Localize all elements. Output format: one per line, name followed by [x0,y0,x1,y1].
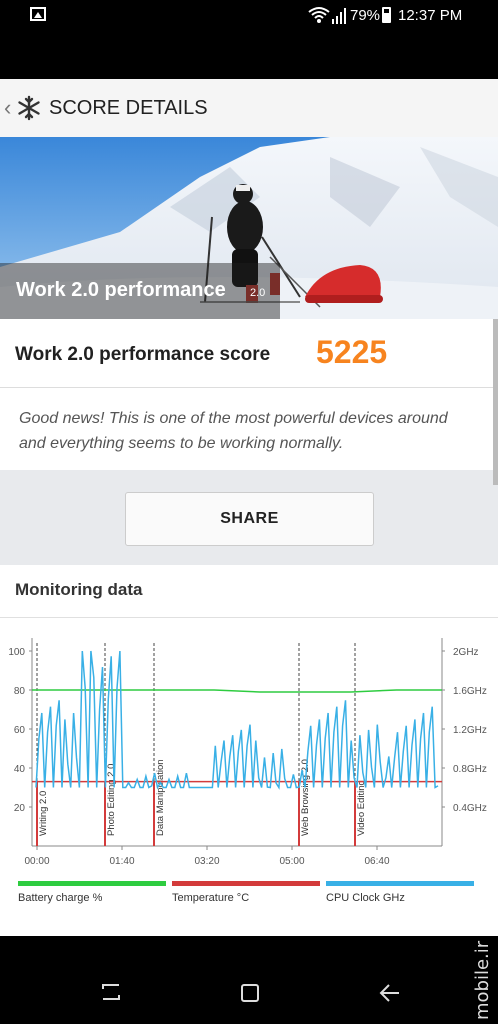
series-line-cpu [35,650,439,790]
monitoring-chart: 100 80 60 40 20 2GHz 1.6GHz 1.2GHz 0.8GHz 0.4GHz 0… [8,638,487,904]
x-tick-label: 01:40 [109,856,134,867]
y-tick-left: 80 [14,686,26,697]
back-arrow-icon[interactable] [379,983,401,1003]
signal-icon [332,8,346,24]
legend-label: Battery charge % [18,892,103,904]
hero-banner: Work 2.0 performance 2.0 [0,137,498,319]
app-bar: ‹ SCORE DETAILS [0,79,498,137]
legend-label: CPU Clock GHz [326,892,405,904]
gallery-icon [30,7,46,21]
clock: 12:37 PM [398,7,463,24]
y-tick-left: 40 [14,764,26,775]
snowflake-logo-icon [18,95,40,121]
page-title: SCORE DETAILS [49,97,208,119]
hero-version: 2.0 [250,287,266,299]
wifi-icon [308,7,330,23]
marker-label: Writing 2.0 [38,791,49,836]
legend-swatch [18,881,166,886]
monitoring-divider [0,617,498,618]
battery-icon [382,7,391,23]
legend-swatch [172,881,320,886]
score-value: 5225 [316,334,388,370]
marker-label: Photo Editing 2.0 [106,764,117,836]
y-tick-left: 100 [8,647,25,658]
watermark: mobile.ir [466,940,496,1024]
monitoring-heading: Monitoring data [15,580,143,599]
x-tick-label: 03:20 [194,856,219,867]
status-message: Good news! This is one of the most power… [19,410,448,452]
hero-title: Work 2.0 performance [16,279,226,301]
home-button-icon[interactable] [241,984,259,1002]
marker-label: Data Manipulation [155,759,166,836]
watermark-text: mobile.ir [472,940,493,1020]
share-button[interactable]: SHARE [125,492,374,546]
status-spacer [0,32,498,79]
recent-apps-icon[interactable] [101,983,121,1001]
legend-swatch [326,881,474,886]
app-screen: ‹ SCORE DETAILS Work 2.0 performance 2.0… [0,79,498,936]
score-card: Work 2.0 performance score 5225 [0,319,493,388]
message-card: Good news! This is one of the most power… [0,388,493,470]
y-tick-right: 1.6GHz [453,686,487,697]
x-tick-label: 05:00 [279,856,304,867]
score-label: Work 2.0 performance score [15,344,271,365]
status-bar: 79% 12:37 PM [0,0,498,32]
x-tick-label: 00:00 [24,856,49,867]
battery-percent: 79% [350,7,381,24]
y-tick-right: 0.8GHz [453,764,487,775]
scroll-indicator [493,319,498,485]
y-tick-right: 0.4GHz [453,803,487,814]
y-tick-right: 2GHz [453,647,479,658]
back-chevron-icon[interactable]: ‹ [4,95,11,121]
legend-label: Temperature °C [172,892,249,904]
y-tick-right: 1.2GHz [453,725,487,736]
marker-label: Video Editing [356,780,367,836]
nav-bar: mobile.ir [0,936,498,1024]
y-tick-left: 20 [14,803,26,814]
y-tick-left: 60 [14,725,26,736]
x-tick-label: 06:40 [364,856,389,867]
monitoring-card: Monitoring data 100 80 60 40 20 2GHz 1.6GHz 1.2… [0,565,498,936]
